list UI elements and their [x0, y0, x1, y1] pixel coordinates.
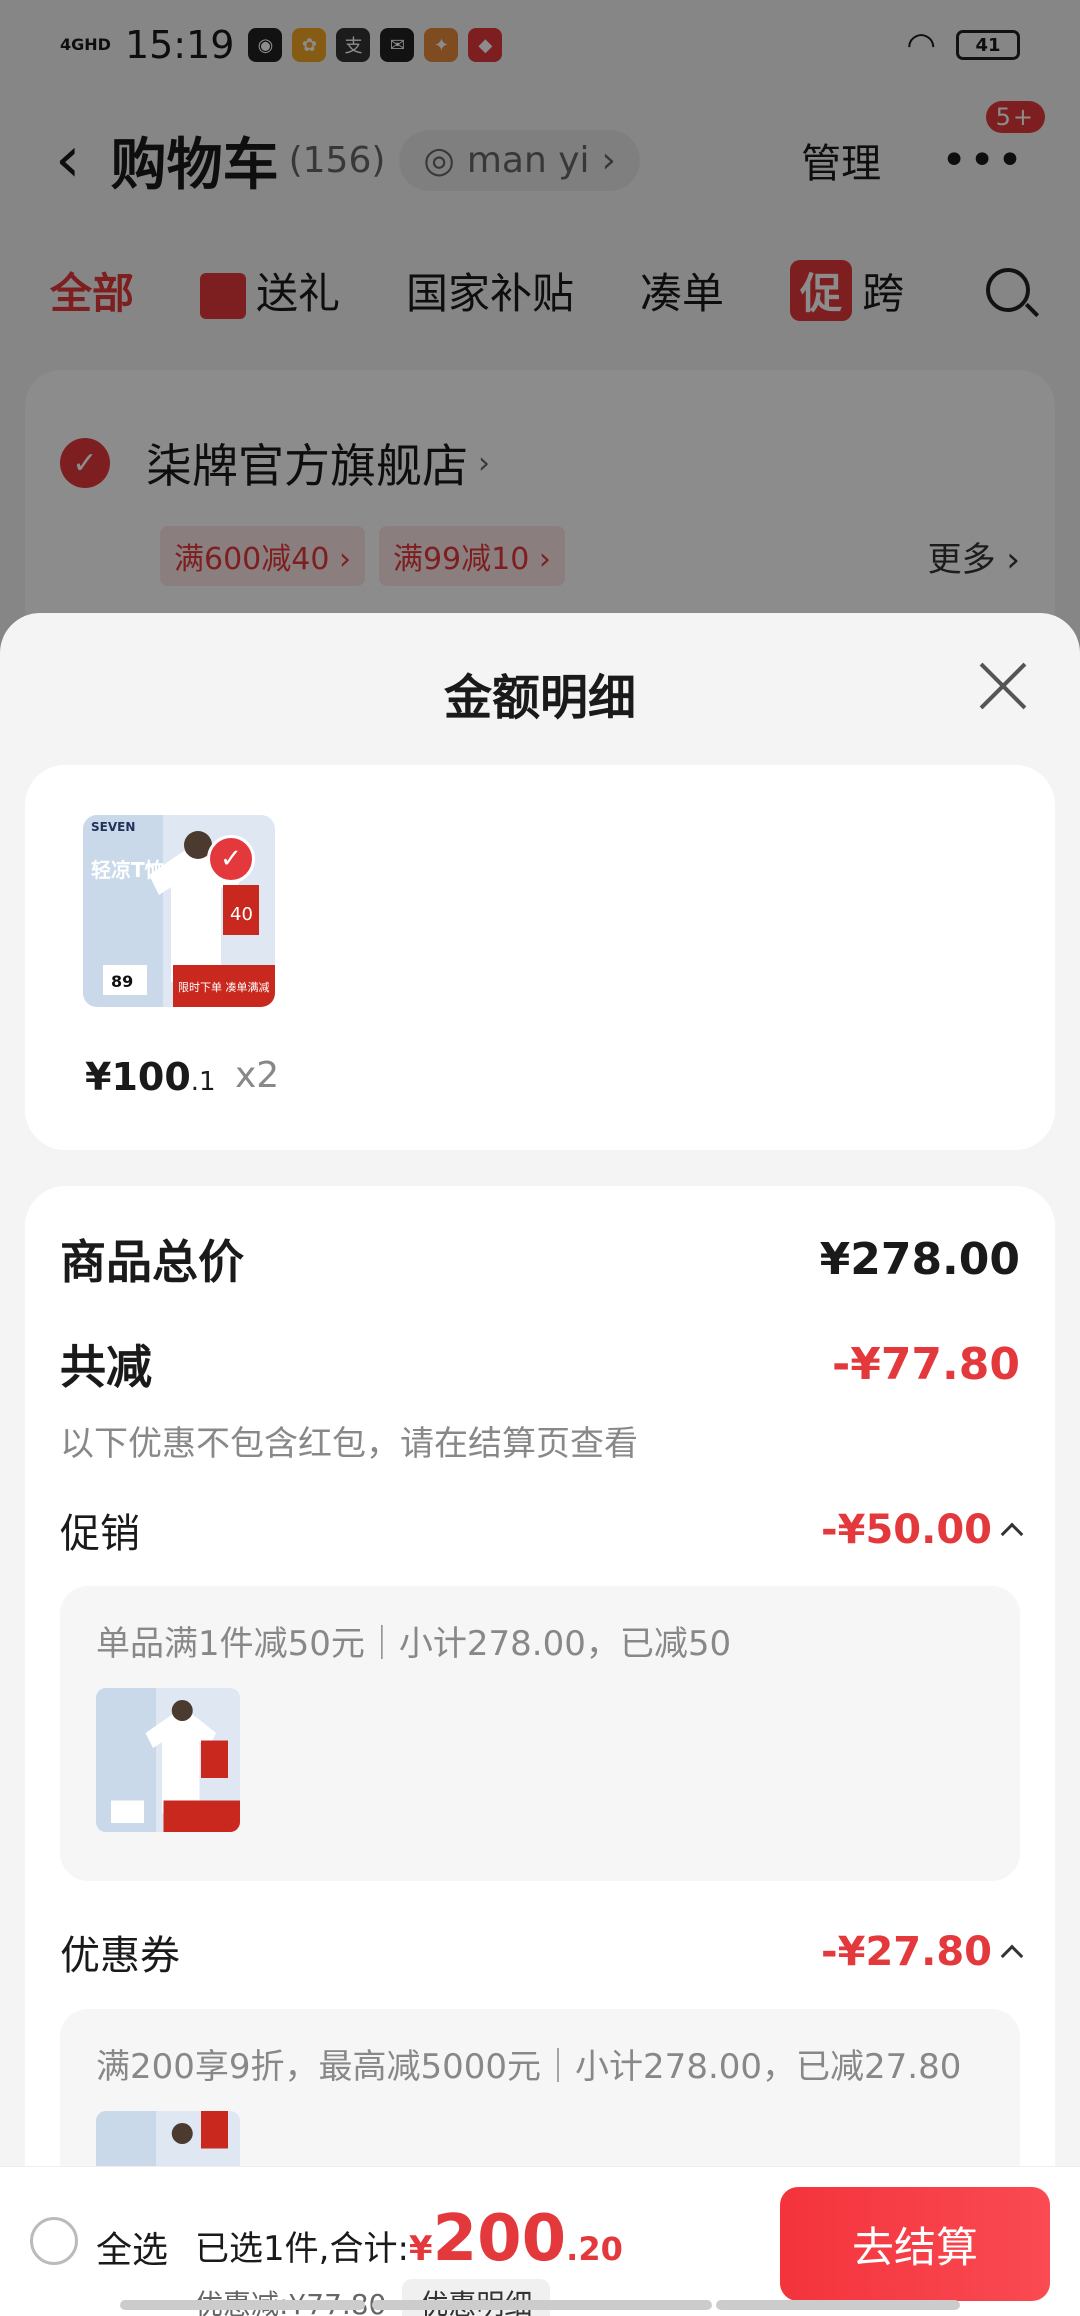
coupon-detail-text: 满200享9折，最高减5000元｜小计278.00，已减27.80 — [96, 2047, 962, 2087]
promotion-value: -¥50.00 — [821, 1507, 1024, 1553]
chevron-up-icon — [1000, 1944, 1024, 1968]
home-indicator — [716, 2300, 960, 2310]
coupon-value: -¥27.80 — [821, 1929, 1024, 1975]
select-all-radio[interactable] — [30, 2217, 78, 2265]
checkout-bar: 全选 已选1件,合计: ¥ 200 .20 优惠减:¥77.80 优惠明细 去结… — [0, 2166, 1080, 2316]
total-discount-label: 共减 — [60, 1340, 152, 1394]
discount-note: 以下优惠不包含红包，请在结算页查看 — [60, 1424, 638, 1464]
checkout-button[interactable]: 去结算 — [780, 2187, 1050, 2301]
promotion-detail-box: 单品满1件减50元｜小计278.00，已减50 — [60, 1586, 1020, 1881]
svg-text:40: 40 — [230, 904, 253, 925]
promotion-label: 促销 — [60, 1511, 140, 1557]
total-price-label: 商品总价 — [60, 1235, 244, 1289]
coupon-label: 优惠券 — [60, 1933, 180, 1979]
product-quantity: x2 — [235, 1055, 280, 1096]
chevron-up-icon — [1000, 1522, 1024, 1546]
svg-text:SEVEN: SEVEN — [91, 820, 135, 834]
close-icon[interactable] — [978, 661, 1028, 711]
discount-summary: 优惠减:¥77.80 优惠明细 — [195, 2279, 551, 2316]
home-indicator — [372, 2300, 712, 2310]
home-indicator — [120, 2300, 365, 2310]
amount-detail-card: 商品总价 ¥278.00 共减 -¥77.80 以下优惠不包含红包，请在结算页查… — [25, 1186, 1055, 2316]
promotion-row[interactable]: 促销 -¥50.00 — [60, 1501, 1024, 1559]
product-thumbnail — [96, 1688, 240, 1832]
selected-summary: 已选1件,合计: ¥ 200 .20 — [195, 2202, 623, 2276]
total-amount: 200 — [432, 2202, 567, 2276]
product-price: ¥100.1 — [85, 1055, 216, 1099]
svg-text:限时下单 凑单满减: 限时下单 凑单满减 — [178, 980, 270, 994]
products-card: SEVEN 轻凉T恤 40 限时下单 凑单满减 89 ✓ ¥100.1 x2 — [25, 765, 1055, 1150]
coupon-row[interactable]: 优惠券 -¥27.80 — [60, 1923, 1024, 1981]
select-all-label[interactable]: 全选 — [96, 2221, 168, 2273]
total-price-value: ¥278.00 — [819, 1233, 1020, 1285]
total-discount-value: -¥77.80 — [831, 1338, 1020, 1390]
amount-detail-sheet: 金额明细 SEVEN 轻凉T恤 40 限时下单 凑单满减 89 ✓ ¥100.1… — [0, 613, 1080, 2316]
selected-check-icon: ✓ — [207, 835, 255, 883]
promotion-detail-text: 单品满1件减50元｜小计278.00，已减50 — [96, 1624, 732, 1664]
sheet-title: 金额明细 — [443, 670, 636, 726]
svg-text:89: 89 — [111, 972, 133, 991]
discount-detail-button[interactable]: 优惠明细 — [402, 2279, 551, 2316]
